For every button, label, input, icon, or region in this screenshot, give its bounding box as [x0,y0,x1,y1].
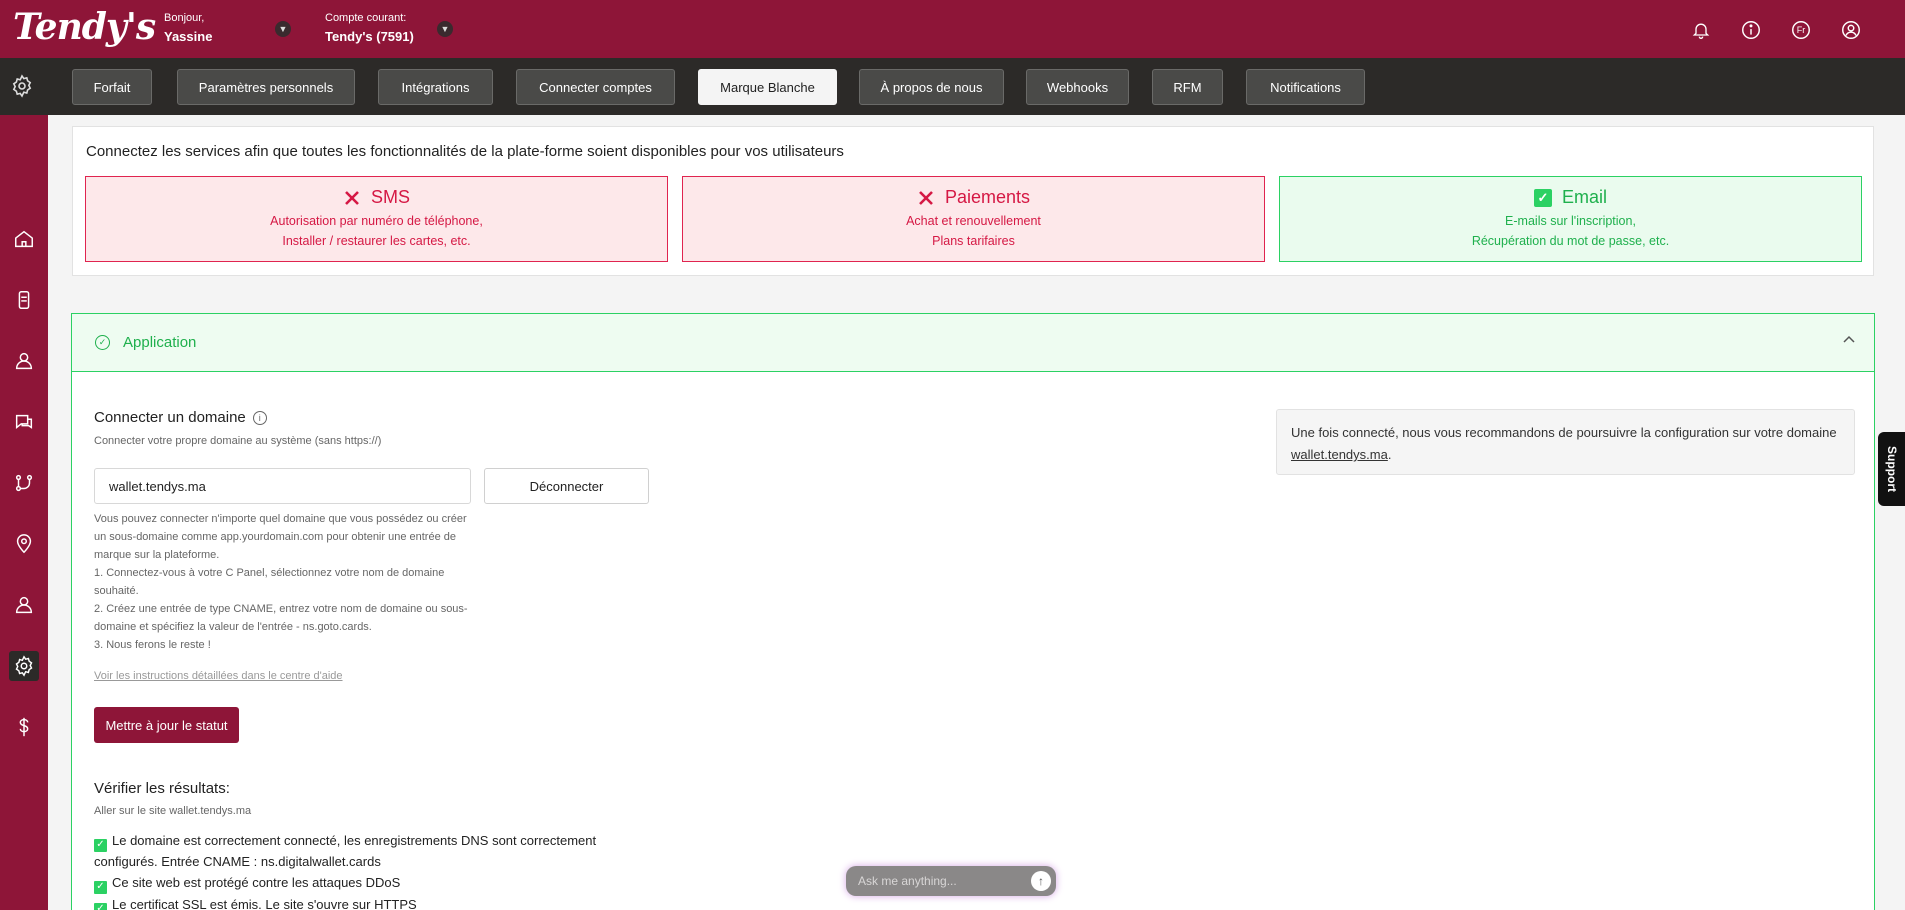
settings-icon[interactable] [9,651,39,681]
account-label: Compte courant: [325,12,407,24]
check-item: ✓ Le domaine est correctement connecté, l… [94,831,614,872]
chat-icon[interactable] [9,407,39,437]
user-icon[interactable] [9,590,39,620]
connect-domain-title: Connecter un domaine [94,409,246,426]
user-greeting: Bonjour, Yassine [164,12,212,44]
tab-connecter-comptes[interactable]: Connecter comptes [516,69,675,105]
tab-marque-blanche[interactable]: Marque Blanche [698,69,837,105]
instruction-line: 2. Créez une entrée de type CNAME, entre… [94,603,468,633]
connect-domain-subtitle: Connecter votre propre domaine au systèm… [94,435,382,447]
user-name: Yassine [164,29,213,44]
services-title: Connectez les services afin que toutes l… [86,143,844,160]
update-status-button[interactable]: Mettre à jour le statut [94,707,239,743]
check-item: ✓ Le certificat SSL est émis. Le site s'o… [94,895,614,910]
send-arrow-icon[interactable]: ↑ [1031,871,1051,891]
service-desc: Plans tarifaires [932,234,1015,248]
check-text: Le certificat SSL est émis. Le site s'ou… [112,897,417,910]
settings-tabs-bar: Forfait Paramètres personnels Intégratio… [0,58,1905,115]
tab-notifications[interactable]: Notifications [1246,69,1365,105]
language-icon[interactable]: Fr [1787,16,1815,44]
disconnect-button[interactable]: Déconnecter [484,468,649,504]
check-text: Ce site web est protégé contre les attaq… [112,875,401,890]
close-icon [917,189,935,207]
info-icon[interactable] [1737,16,1765,44]
customers-icon[interactable] [9,346,39,376]
services-panel: Connectez les services afin que toutes l… [72,126,1874,276]
checkbox-checked-icon: ✓ [1533,188,1552,207]
bell-icon[interactable] [1687,16,1715,44]
domain-input[interactable] [94,468,471,504]
service-name: Paiements [944,187,1031,207]
tab-integrations[interactable]: Intégrations [378,69,493,105]
check-text: Le domaine est correctement connecté, le… [94,833,597,869]
left-sidebar [0,115,48,910]
location-icon[interactable] [9,529,39,559]
service-card-paiements[interactable]: Paiements Achat et renouvellement Plans … [682,176,1265,262]
checkbox-checked-icon: ✓ [94,902,107,910]
greeting-label: Bonjour, [164,12,205,24]
note-suffix: . [1387,447,1392,462]
check-circle-icon: ✓ [95,335,110,350]
home-icon[interactable] [9,224,39,254]
service-desc: E-mails sur l'inscription, [1505,214,1636,228]
application-title: Application [123,334,197,351]
service-card-email[interactable]: ✓ Email E-mails sur l'inscription, Récup… [1279,176,1862,262]
instruction-line: Vous pouvez connecter n'importe quel dom… [94,513,467,561]
instruction-line: 1. Connectez-vous à votre C Panel, sélec… [94,567,445,597]
service-desc: Autorisation par numéro de téléphone, [270,214,483,228]
tab-forfait[interactable]: Forfait [72,69,152,105]
service-card-sms[interactable]: SMS Autorisation par numéro de téléphone… [85,176,668,262]
language-label: Fr [1796,25,1806,35]
check-item: ✓ Ce site web est protégé contre les atta… [94,873,614,894]
mobile-card-icon[interactable] [9,285,39,315]
service-desc: Achat et renouvellement [906,214,1041,228]
chevron-up-icon[interactable] [1842,332,1856,349]
application-panel: ✓ Application Connecter un domaine i Con… [71,313,1875,910]
service-name: SMS [370,187,410,207]
checkbox-checked-icon: ✓ [94,838,107,852]
account-name: Tendy's (7591) [325,29,414,44]
brand-logo[interactable]: Tendy's [13,6,156,48]
tab-parametres-personnels[interactable]: Paramètres personnels [177,69,355,105]
note-text: Une fois connecté, nous vous recommandon… [1291,425,1837,440]
support-tab[interactable]: Support [1878,432,1905,506]
service-name: Email [1561,187,1607,207]
checkbox-checked-icon: ✓ [94,880,107,894]
verify-results-subtitle: Aller sur le site wallet.tendys.ma [94,805,252,817]
domain-recommendation-note: Une fois connecté, nous vous recommandon… [1276,409,1855,475]
billing-icon[interactable] [9,712,39,742]
account-switcher[interactable]: Compte courant: Tendy's (7591) [325,12,414,44]
verify-results-title: Vérifier les résultats: [94,780,230,797]
ask-placeholder: Ask me anything... [858,874,957,888]
domain-instructions: Vous pouvez connecter n'importe quel dom… [94,510,474,654]
user-icon[interactable] [1837,16,1865,44]
support-label: Support [1884,446,1899,492]
close-icon [343,189,361,207]
service-desc: Récupération du mot de passe, etc. [1471,234,1670,248]
flow-icon[interactable] [9,468,39,498]
tab-a-propos[interactable]: À propos de nous [859,69,1004,105]
help-center-link[interactable]: Voir les instructions détaillées dans le… [94,670,343,682]
gear-icon[interactable] [10,74,36,100]
application-header[interactable]: ✓ Application [72,314,1874,372]
domain-link[interactable]: wallet.tendys.ma [1291,447,1388,462]
tab-rfm[interactable]: RFM [1152,69,1223,105]
service-desc: Installer / restaurer les cartes, etc. [282,234,471,248]
ask-assistant-bar[interactable]: Ask me anything... ↑ [846,866,1056,896]
info-icon[interactable]: i [252,410,267,425]
instruction-line: 3. Nous ferons le reste ! [94,639,211,651]
connect-domain-heading: Connecter un domaine i [94,409,267,426]
top-header: Tendy's Bonjour, Yassine ▼ Compte couran… [0,0,1905,58]
user-menu-chevron-icon[interactable]: ▼ [275,21,291,37]
tab-webhooks[interactable]: Webhooks [1026,69,1129,105]
account-chevron-icon[interactable]: ▼ [437,21,453,37]
